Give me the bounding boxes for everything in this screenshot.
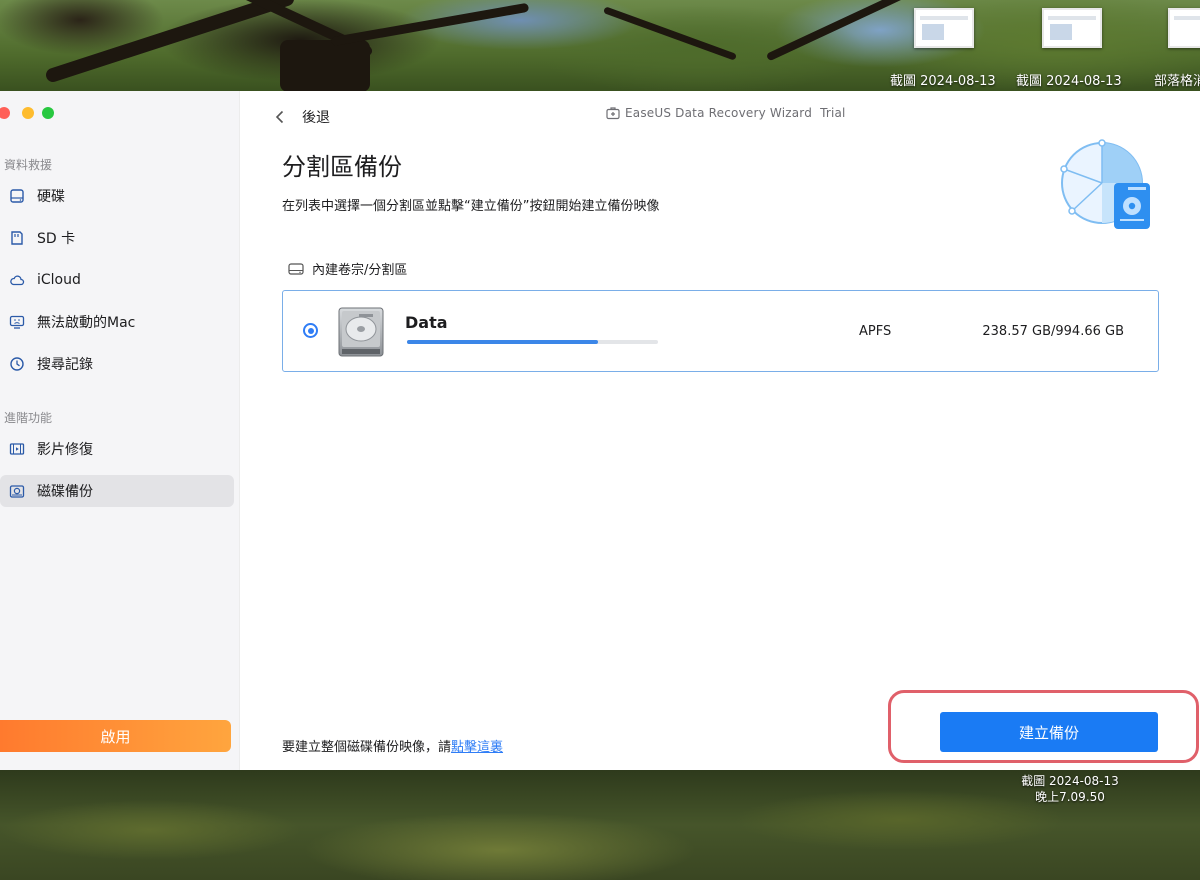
close-window-button[interactable] bbox=[0, 107, 10, 119]
sidebar-item-disk-backup[interactable]: 磁碟備份 bbox=[0, 475, 234, 507]
partition-size: 238.57 GB/994.66 GB bbox=[982, 324, 1124, 339]
sidebar-item-label: 搜尋記錄 bbox=[37, 357, 93, 373]
sidebar-item-unbootable-mac[interactable]: 無法啟動的Mac bbox=[0, 306, 234, 338]
sidebar-item-video-repair[interactable]: 影片修復 bbox=[0, 433, 234, 465]
page-subtitle: 在列表中選擇一個分割區並點擊“建立備份”按鈕開始建立備份映像 bbox=[282, 199, 660, 214]
sidebar-item-label: 磁碟備份 bbox=[37, 484, 93, 500]
app-window: 資料救援 硬碟 SD 卡 iCloud 無法啟動的Mac 搜尋記錄 進階功能 影… bbox=[0, 91, 1200, 770]
volume-list-header: 內建卷宗/分割區 bbox=[288, 259, 407, 278]
partition-radio-button[interactable] bbox=[303, 323, 318, 338]
minimize-window-button[interactable] bbox=[22, 107, 34, 119]
activate-button[interactable]: 啟用 bbox=[0, 720, 231, 752]
sidebar-item-sd-card[interactable]: SD 卡 bbox=[0, 222, 234, 254]
partition-backup-illustration-icon bbox=[1060, 139, 1150, 229]
partition-usage-fill bbox=[407, 340, 598, 344]
section-title-recovery: 資料救援 bbox=[4, 158, 53, 172]
desktop-file-thumbnail[interactable] bbox=[914, 8, 974, 48]
partition-row[interactable]: Data APFS 238.57 GB/994.66 GB bbox=[282, 290, 1159, 372]
sidebar-item-label: 無法啟動的Mac bbox=[37, 315, 136, 331]
desktop-file-label[interactable]: 截圖 2024-08-13 bbox=[1016, 70, 1122, 89]
sd-card-icon bbox=[8, 229, 26, 247]
create-backup-button[interactable]: 建立備份 bbox=[940, 712, 1158, 752]
desktop-file-label[interactable]: 部落格消 bbox=[1154, 70, 1200, 89]
volume-list-header-label: 內建卷宗/分割區 bbox=[312, 263, 408, 278]
partition-usage-bar bbox=[407, 340, 658, 344]
window-title: EaseUS Data Recovery Wizard Trial bbox=[606, 106, 846, 120]
sidebar-item-label: 硬碟 bbox=[37, 189, 65, 205]
sidebar-item-label: iCloud bbox=[37, 272, 81, 288]
cloud-icon bbox=[8, 271, 26, 289]
desktop-file-thumbnail[interactable] bbox=[1168, 8, 1200, 48]
disk-backup-icon bbox=[8, 482, 26, 500]
full-disk-backup-link[interactable]: 點擊這裏 bbox=[451, 740, 503, 755]
full-disk-backup-note: 要建立整個磁碟備份映像，請點擊這裏 bbox=[282, 736, 503, 755]
full-disk-backup-text: 要建立整個磁碟備份映像，請 bbox=[282, 740, 452, 755]
desktop-file-label[interactable]: 截圖 2024-08-13 bbox=[890, 70, 996, 89]
sidebar-item-search-history[interactable]: 搜尋記錄 bbox=[0, 348, 234, 380]
page-title: 分割區備份 bbox=[282, 153, 402, 181]
desktop-file-thumbnail[interactable] bbox=[1042, 8, 1102, 48]
zoom-window-button[interactable] bbox=[42, 107, 54, 119]
sidebar-item-hard-drive[interactable]: 硬碟 bbox=[0, 180, 234, 212]
sidebar-item-label: SD 卡 bbox=[37, 231, 76, 247]
sidebar-item-label: 影片修復 bbox=[37, 442, 93, 458]
hard-drive-icon bbox=[8, 187, 26, 205]
video-repair-icon bbox=[8, 440, 26, 458]
window-title-text: EaseUS Data Recovery Wizard Trial bbox=[625, 106, 846, 120]
first-aid-kit-icon bbox=[606, 107, 620, 120]
hard-disk-icon bbox=[338, 307, 384, 357]
chevron-left-icon bbox=[275, 110, 284, 124]
back-button[interactable]: 後退 bbox=[274, 107, 330, 127]
unbootable-mac-icon bbox=[8, 313, 26, 331]
sidebar: 資料救援 硬碟 SD 卡 iCloud 無法啟動的Mac 搜尋記錄 進階功能 影… bbox=[0, 91, 240, 770]
partition-filesystem: APFS bbox=[859, 324, 892, 339]
sidebar-item-icloud[interactable]: iCloud bbox=[0, 264, 234, 296]
history-icon bbox=[8, 355, 26, 373]
partition-name: Data bbox=[405, 313, 448, 332]
internal-drive-icon bbox=[288, 262, 304, 275]
back-label: 後退 bbox=[302, 110, 330, 126]
desktop-file-label[interactable]: 截圖 2024-08-13 晚上7.09.50 bbox=[1000, 773, 1140, 805]
section-title-advanced: 進階功能 bbox=[4, 411, 53, 425]
main-panel: 後退 EaseUS Data Recovery Wizard Trial 分割區… bbox=[240, 91, 1200, 770]
